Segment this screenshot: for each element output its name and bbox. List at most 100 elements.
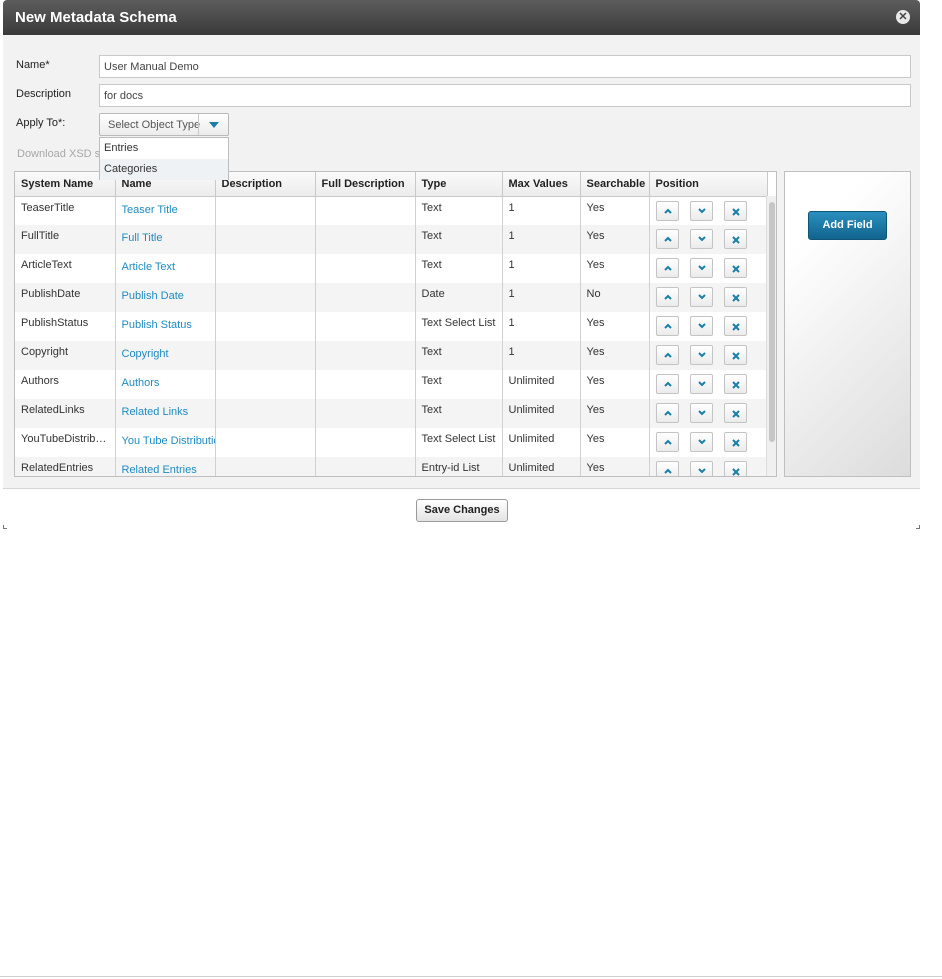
dialog-corner-right (916, 525, 920, 529)
move-up-button[interactable] (655, 432, 679, 452)
cell-system-name: Copyright (15, 341, 116, 370)
header-position[interactable]: Position (649, 172, 768, 197)
cell-position (649, 341, 768, 370)
cell-position (649, 225, 768, 254)
move-down-button[interactable] (689, 432, 713, 452)
move-down-button[interactable] (689, 403, 713, 423)
name-input[interactable] (99, 55, 911, 78)
cell-system-name: TeaserTitle (15, 196, 116, 225)
move-down-button[interactable] (689, 258, 713, 278)
description-label: Description (16, 88, 72, 100)
table-row: ArticleText Article Text Text 1 Yes (15, 254, 768, 283)
cell-position (649, 370, 768, 399)
cell-position (649, 283, 768, 312)
delete-field-button[interactable] (723, 316, 747, 336)
cell-description (215, 254, 316, 283)
move-down-button[interactable] (689, 461, 713, 476)
move-up-button[interactable] (655, 287, 679, 307)
cell-name-link[interactable]: You Tube Distributio (115, 428, 216, 457)
cell-full-description (315, 370, 416, 399)
move-down-button[interactable] (689, 287, 713, 307)
cell-name-link[interactable]: Publish Date (115, 283, 216, 312)
delete-field-button[interactable] (723, 229, 747, 249)
dialog-corner-left (3, 525, 7, 529)
add-field-button[interactable]: Add Field (808, 211, 887, 240)
table-row: RelatedLinks Related Links Text Unlimited Ye… (15, 399, 768, 428)
cell-name-link[interactable]: Related Links (115, 399, 216, 428)
cell-searchable: Yes (580, 457, 650, 476)
cell-position (649, 196, 768, 225)
table-row: YouTubeDistribut... You Tube Distributio T… (15, 428, 768, 457)
apply-to-select[interactable]: Select Object Type (99, 113, 229, 136)
cell-name-link[interactable]: Article Text (115, 254, 216, 283)
table-row: Authors Authors Text Unlimited Yes (15, 370, 768, 399)
cell-name-link[interactable]: Teaser Title (115, 196, 216, 225)
cell-name-link[interactable]: Authors (115, 370, 216, 399)
move-down-button[interactable] (689, 374, 713, 394)
delete-field-button[interactable] (723, 200, 747, 221)
option-categories[interactable]: Categories (100, 159, 228, 180)
table-row: PublishDate Publish Date Date 1 No (15, 283, 768, 312)
move-down-button[interactable] (689, 316, 713, 336)
header-searchable[interactable]: Searchable (580, 172, 650, 197)
cell-searchable: Yes (580, 370, 650, 399)
download-xsd-link[interactable]: Download XSD sc (17, 148, 106, 160)
delete-field-button[interactable] (723, 258, 747, 278)
cell-system-name: RelatedEntries (15, 457, 116, 476)
delete-field-button[interactable] (723, 432, 747, 452)
cell-searchable: Yes (580, 399, 650, 428)
cell-description (215, 341, 316, 370)
close-icon[interactable]: ✕ (896, 10, 910, 24)
cell-max-values: Unlimited (502, 457, 581, 476)
header-description[interactable]: Description (215, 172, 316, 197)
move-up-button[interactable] (655, 345, 679, 365)
cell-max-values: 1 (502, 225, 581, 254)
cell-description (215, 225, 316, 254)
delete-field-button[interactable] (723, 345, 747, 365)
cell-name-link[interactable]: Copyright (115, 341, 216, 370)
cell-type: Entry-id List (415, 457, 503, 476)
cell-full-description (315, 399, 416, 428)
table-row: RelatedEntries Related Entries Entry-id Li… (15, 457, 768, 476)
delete-field-button[interactable] (723, 287, 747, 307)
move-up-button[interactable] (655, 258, 679, 278)
move-up-button[interactable] (655, 461, 679, 476)
scrollbar-thumb[interactable] (769, 202, 775, 442)
move-up-button[interactable] (655, 200, 679, 221)
cell-position (649, 312, 768, 341)
cell-max-values: 1 (502, 196, 581, 225)
cell-full-description (315, 312, 416, 341)
cell-searchable: Yes (580, 254, 650, 283)
cell-description (215, 399, 316, 428)
table-row: TeaserTitle Teaser Title Text 1 Yes (15, 196, 768, 225)
dialog-titlebar: New Metadata Schema ✕ (3, 0, 920, 35)
cell-searchable: Yes (580, 196, 650, 225)
header-max-values[interactable]: Max Values (502, 172, 581, 197)
header-full-description[interactable]: Full Description (315, 172, 416, 197)
cell-type: Date (415, 283, 503, 312)
page-bottom-divider (0, 976, 942, 977)
cell-name-link[interactable]: Related Entries (115, 457, 216, 476)
cell-name-link[interactable]: Publish Status (115, 312, 216, 341)
move-up-button[interactable] (655, 374, 679, 394)
dropdown-arrow-icon[interactable] (198, 114, 228, 135)
move-up-button[interactable] (655, 229, 679, 249)
move-up-button[interactable] (655, 316, 679, 336)
cell-name-link[interactable]: Full Title (115, 225, 216, 254)
save-changes-button[interactable]: Save Changes (416, 499, 508, 522)
description-input[interactable] (99, 84, 911, 107)
table-scrollbar[interactable] (766, 196, 776, 476)
delete-field-button[interactable] (723, 461, 747, 476)
cell-system-name: YouTubeDistribut... (15, 428, 116, 457)
delete-field-button[interactable] (723, 374, 747, 394)
move-down-button[interactable] (689, 200, 713, 221)
cell-full-description (315, 457, 416, 476)
cell-description (215, 196, 316, 225)
header-type[interactable]: Type (415, 172, 503, 197)
move-up-button[interactable] (655, 403, 679, 423)
move-down-button[interactable] (689, 345, 713, 365)
delete-field-button[interactable] (723, 403, 747, 423)
move-down-button[interactable] (689, 229, 713, 249)
table-row: FullTitle Full Title Text 1 Yes (15, 225, 768, 254)
option-entries[interactable]: Entries (100, 138, 228, 159)
